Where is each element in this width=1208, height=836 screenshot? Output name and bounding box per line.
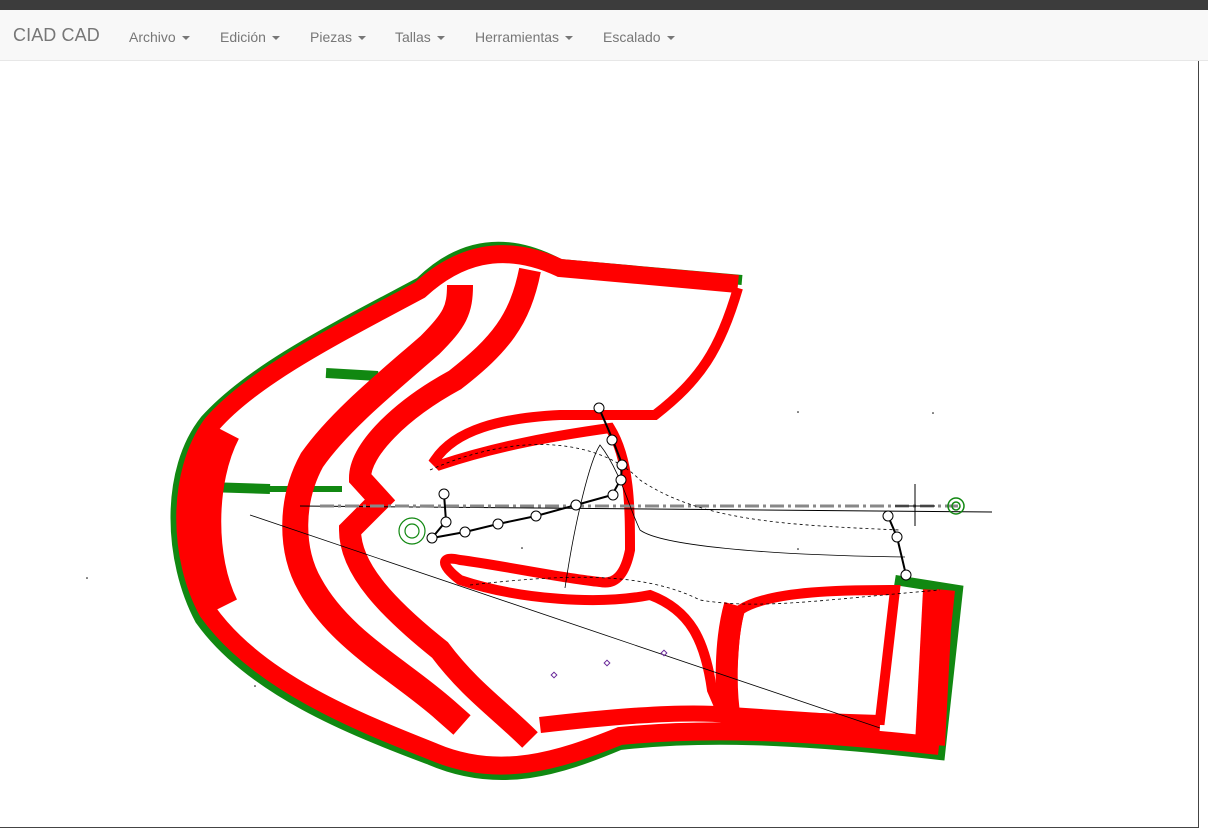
menu-tallas[interactable]: Tallas (395, 27, 445, 47)
menu-herramientas[interactable]: Herramientas (475, 27, 574, 47)
origin-marker-left[interactable] (398, 517, 426, 545)
outer-piece-thick-left (183, 421, 240, 617)
control-nodes[interactable] (426, 402, 912, 581)
app-brand[interactable]: CIAD CAD (13, 25, 100, 45)
menu-escalado[interactable]: Escalado (603, 27, 675, 47)
menu-escalado-label: Escalado (603, 29, 661, 45)
cad-canvas[interactable] (0, 61, 1199, 828)
caret-down-icon (181, 36, 190, 40)
right-control-polyline[interactable] (887, 515, 907, 576)
inner-green-tab-upper (325, 368, 379, 381)
thin-curve-line (564, 444, 906, 589)
outer-piece-right-tab (915, 589, 953, 746)
window-top-strip (0, 0, 1208, 10)
menu-edicion-label: Edición (220, 29, 266, 45)
annotation-points (550, 649, 668, 679)
menu-piezas[interactable]: Piezas (310, 27, 367, 47)
menu-edicion[interactable]: Edición (220, 27, 280, 47)
navbar: CIAD CAD Archivo Edición Piezas Tallas H… (0, 10, 1208, 61)
menu-archivo[interactable]: Archivo (129, 27, 190, 47)
menu-archivo-label: Archivo (129, 29, 176, 45)
menu-herramientas-label: Herramientas (475, 29, 560, 45)
caret-down-icon (436, 36, 445, 40)
menu-piezas-label: Piezas (310, 29, 353, 45)
caret-down-icon (358, 36, 367, 40)
pattern-drawing[interactable] (0, 61, 1199, 828)
caret-down-icon (666, 36, 675, 40)
dashed-seam-line (429, 444, 941, 605)
caret-down-icon (565, 36, 574, 40)
caret-down-icon (271, 36, 280, 40)
inner-piece-heel (715, 601, 746, 722)
menu-tallas-label: Tallas (395, 29, 431, 45)
